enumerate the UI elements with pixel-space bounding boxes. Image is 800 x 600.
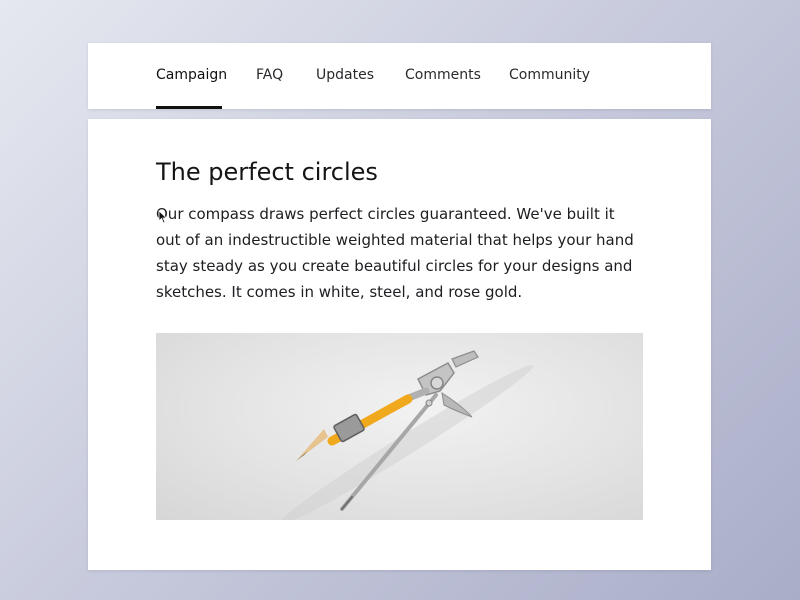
article-body-line: stay steady as you create beautiful circ… bbox=[156, 257, 633, 275]
tab-comments[interactable]: Comments bbox=[405, 66, 481, 84]
compass-illustration bbox=[278, 350, 534, 520]
tab-updates[interactable]: Updates bbox=[316, 66, 374, 84]
article-body-line: out of an indestructible weighted materi… bbox=[156, 231, 634, 249]
needle-tip bbox=[341, 496, 353, 510]
tab-faq[interactable]: FAQ bbox=[256, 66, 283, 84]
tab-bar: Campaign FAQ Updates Comments Community bbox=[88, 43, 711, 109]
article-title: The perfect circles bbox=[156, 158, 378, 186]
pencil-tip bbox=[296, 429, 328, 461]
article-body-line: sketches. It comes in white, steel, and … bbox=[156, 283, 523, 301]
tab-campaign[interactable]: Campaign bbox=[156, 66, 227, 84]
article-body: Our compass draws perfect circles guaran… bbox=[156, 201, 646, 305]
article-body-line: Our compass draws perfect circles guaran… bbox=[156, 205, 615, 223]
compass-handle bbox=[451, 350, 479, 368]
compass-product-image bbox=[156, 333, 643, 520]
tab-community[interactable]: Community bbox=[509, 66, 590, 84]
adjust-screw bbox=[425, 399, 433, 407]
active-tab-indicator bbox=[156, 106, 222, 109]
hinge-screw bbox=[430, 376, 444, 390]
campaign-content: The perfect circles Our compass draws pe… bbox=[88, 119, 711, 570]
